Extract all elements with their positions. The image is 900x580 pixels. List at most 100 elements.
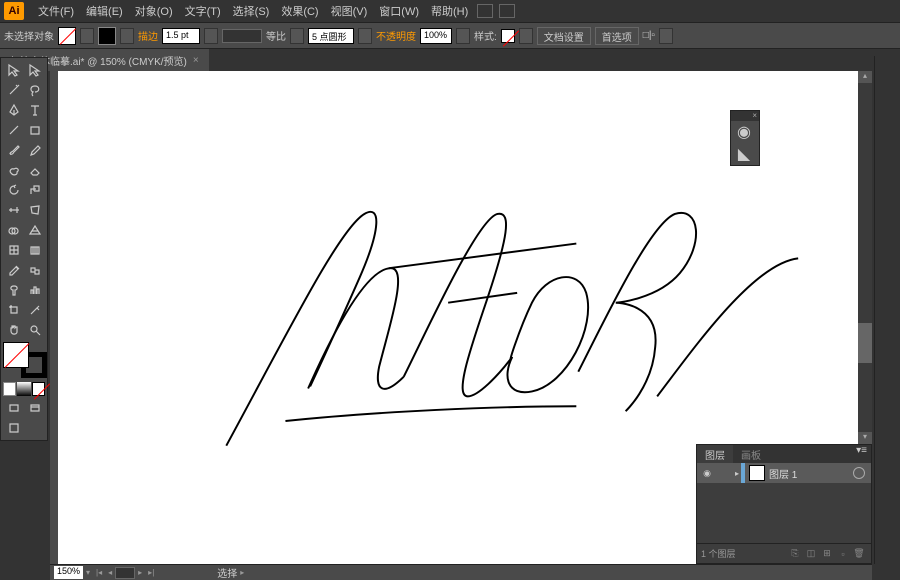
line-tool[interactable] [3, 120, 24, 140]
stroke-swatch[interactable] [98, 27, 116, 45]
scroll-up-icon[interactable]: ▴ [858, 71, 872, 83]
scroll-down-icon[interactable]: ▾ [858, 432, 872, 444]
blend-tool[interactable] [24, 260, 45, 280]
shape-builder-tool[interactable] [3, 220, 24, 240]
nav-first-icon[interactable]: |◂ [93, 568, 105, 577]
style-dd[interactable] [519, 28, 533, 44]
artboard-nav-input[interactable] [115, 567, 135, 579]
brush-input[interactable]: 5 点圆形 [308, 28, 354, 44]
menu-type[interactable]: 文字(T) [179, 1, 227, 21]
toolbox [0, 57, 48, 441]
gradient-tool[interactable] [24, 240, 45, 260]
width-tool[interactable] [3, 200, 24, 220]
style-swatch[interactable] [501, 29, 515, 43]
dash-preview[interactable] [222, 29, 262, 43]
fill-swatch[interactable] [58, 27, 76, 45]
graph-tool[interactable] [24, 280, 45, 300]
slice-tool[interactable] [24, 300, 45, 320]
status-dd[interactable]: ▸ [237, 568, 247, 577]
menu-help[interactable]: 帮助(H) [425, 1, 474, 21]
menu-edit[interactable]: 编辑(E) [80, 1, 129, 21]
zoom-input[interactable]: 150% [54, 566, 83, 579]
opacity-dd[interactable] [456, 28, 470, 44]
layer-name[interactable]: 图层 1 [769, 466, 847, 481]
status-bar: 150% ▾ |◂ ◂ ▸ ▸| 选择 ▸ [50, 564, 872, 580]
magic-wand-tool[interactable] [3, 80, 24, 100]
symbol-sprayer-tool[interactable] [3, 280, 24, 300]
stroke-weight-input[interactable]: 1.5 pt [162, 28, 200, 44]
floating-panel[interactable]: × ◉ ◣ [730, 110, 760, 166]
color-white[interactable] [3, 382, 16, 396]
delete-layer-icon[interactable]: 🗑 [851, 548, 867, 559]
color-gradient[interactable] [17, 382, 30, 396]
menu-file[interactable]: 文件(F) [32, 1, 80, 21]
scale-tool[interactable] [24, 180, 45, 200]
selection-tool[interactable] [3, 60, 24, 80]
nav-next-icon[interactable]: ▸ [135, 568, 145, 577]
prefs-button[interactable]: 首选项 [595, 27, 639, 45]
paintbrush-tool[interactable] [3, 140, 24, 160]
pen-tool[interactable] [3, 100, 24, 120]
right-dock[interactable] [874, 56, 900, 564]
menu-select[interactable]: 选择(S) [227, 1, 276, 21]
zoom-tool[interactable] [24, 320, 45, 340]
visibility-icon[interactable]: ◉ [697, 468, 717, 479]
arrange-icon[interactable] [499, 4, 515, 18]
nav-prev-icon[interactable]: ◂ [105, 568, 115, 577]
rectangle-tool[interactable] [24, 120, 45, 140]
new-sublayer-icon[interactable]: ⊞ [819, 548, 835, 559]
blob-brush-tool[interactable] [3, 160, 24, 180]
type-tool[interactable] [24, 100, 45, 120]
free-transform-tool[interactable] [24, 200, 45, 220]
stroke-label[interactable]: 描边 [138, 28, 158, 43]
layout-icon[interactable] [477, 4, 493, 18]
stroke-weight-dd[interactable] [204, 28, 218, 44]
menu-object[interactable]: 对象(O) [129, 1, 179, 21]
draw-mode[interactable] [3, 418, 25, 438]
menu-view[interactable]: 视图(V) [325, 1, 374, 21]
direct-select-tool[interactable] [24, 60, 45, 80]
align-dd[interactable] [659, 28, 673, 44]
lasso-tool[interactable] [24, 80, 45, 100]
menu-window[interactable]: 窗口(W) [373, 1, 425, 21]
eraser-tool[interactable] [24, 160, 45, 180]
vertical-scrollbar[interactable]: ▴ ▾ [858, 71, 872, 444]
swatches-panel-icon[interactable]: ◣ [731, 143, 757, 165]
tab-close-icon[interactable]: × [193, 55, 199, 66]
artboard-tool[interactable] [3, 300, 24, 320]
uniform-dd[interactable] [290, 28, 304, 44]
hand-tool[interactable] [3, 320, 24, 340]
stroke-dropdown[interactable] [120, 28, 134, 44]
color-panel-icon[interactable]: ◉ [731, 121, 757, 143]
brush-dd[interactable] [358, 28, 372, 44]
screen-mode-normal[interactable] [3, 398, 24, 418]
rotate-tool[interactable] [3, 180, 24, 200]
opacity-input[interactable]: 100% [420, 28, 452, 44]
new-layer-icon[interactable]: ▫ [835, 549, 851, 559]
expand-icon[interactable]: ▸ [733, 469, 741, 478]
locate-icon[interactable]: ⎘ [787, 548, 803, 559]
pencil-tool[interactable] [24, 140, 45, 160]
perspective-tool[interactable] [24, 220, 45, 240]
menu-effect[interactable]: 效果(C) [275, 1, 324, 21]
clip-mask-icon[interactable]: ◫ [803, 548, 819, 559]
color-none[interactable] [32, 382, 45, 396]
zoom-dd[interactable]: ▾ [83, 568, 93, 577]
layer-row[interactable]: ◉ ▸ 图层 1 [697, 463, 871, 483]
panel-close-icon[interactable]: × [752, 111, 757, 121]
target-icon[interactable] [853, 467, 865, 479]
nav-last-icon[interactable]: ▸| [145, 568, 157, 577]
scroll-thumb[interactable] [858, 323, 872, 363]
fill-stroke-control[interactable] [3, 342, 47, 378]
fill-dropdown[interactable] [80, 28, 94, 44]
eyedropper-tool[interactable] [3, 260, 24, 280]
panel-menu-icon[interactable]: ▾≡ [852, 445, 871, 463]
screen-mode-full[interactable] [24, 398, 45, 418]
fill-box[interactable] [3, 342, 29, 368]
doc-setup-button[interactable]: 文档设置 [537, 27, 591, 45]
mesh-tool[interactable] [3, 240, 24, 260]
align-control[interactable]: □|▫ [643, 30, 655, 41]
layers-tab[interactable]: 图层 [697, 445, 733, 463]
artboards-tab[interactable]: 画板 [733, 445, 769, 463]
opacity-label[interactable]: 不透明度 [376, 28, 416, 43]
